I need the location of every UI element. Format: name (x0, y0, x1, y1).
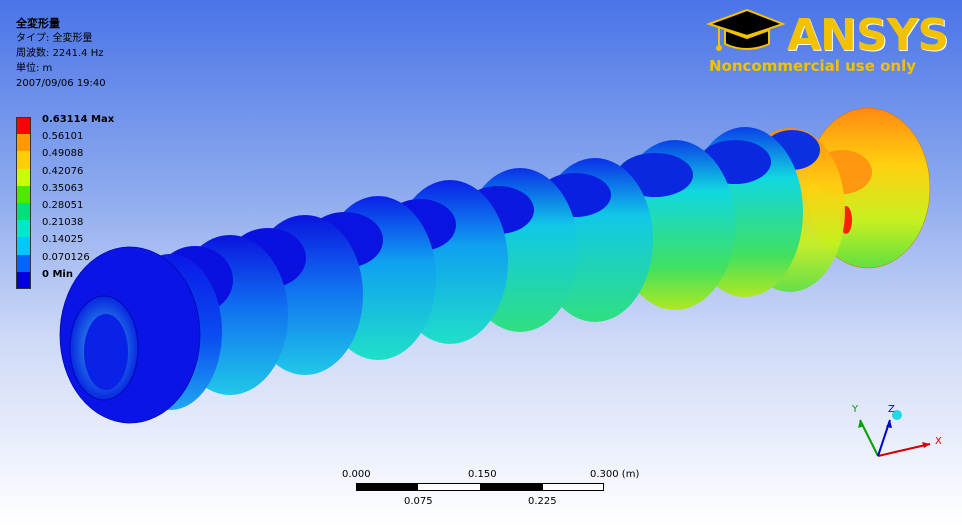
triad-z-label: Z (888, 404, 895, 415)
scale-label-075: 0.075 (404, 496, 433, 507)
scale-label-225: 0.225 (528, 496, 557, 507)
scale-segment (542, 483, 604, 491)
coil-end-opening (84, 314, 128, 390)
noncommercial-notice: Noncommercial use only (709, 57, 916, 75)
graduation-cap-icon (705, 8, 785, 51)
helical-coil-model[interactable] (59, 107, 931, 424)
scale-segment (480, 483, 542, 491)
triad-x-label: X (935, 436, 942, 447)
scale-segment (418, 483, 480, 491)
scale-label-300: 0.300 (m) (590, 469, 640, 480)
triad-y-label: Y (851, 404, 859, 415)
ansys-brand-text: ANSYS (787, 10, 949, 61)
scale-segment (356, 483, 418, 491)
scale-label-150: 0.150 (468, 469, 497, 480)
ansys-logo: ANSYS Noncommercial use only (705, 6, 950, 81)
scale-label-0: 0.000 (342, 469, 371, 480)
coordinate-triad[interactable]: X Y Z (838, 398, 948, 468)
scale-bar: 0.000 0.150 0.300 (m) 0.075 0.225 (340, 466, 640, 516)
